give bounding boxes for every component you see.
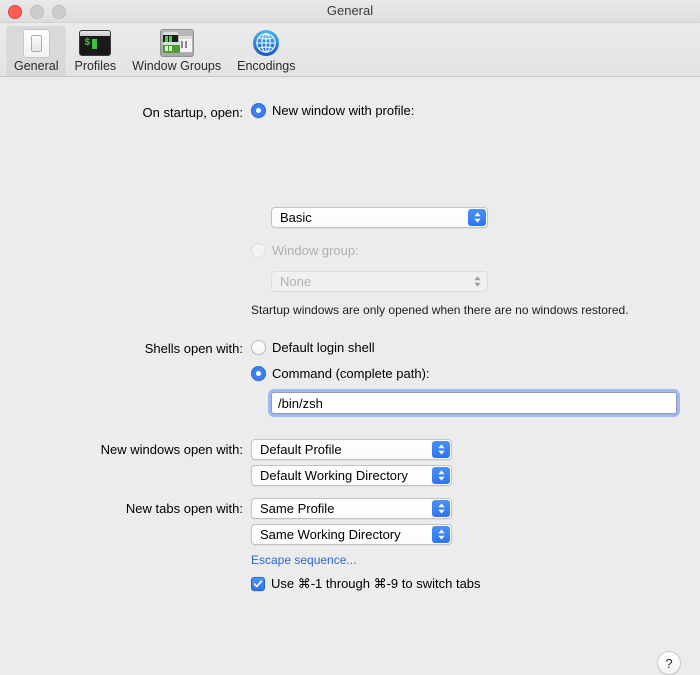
chevron-up-down-icon [468,209,486,226]
radio-command-complete-path-label: Command (complete path): [272,366,430,381]
new-tabs-profile-value: Same Profile [260,501,335,516]
preferences-toolbar: General $ Profiles Window Groups Encodin… [0,23,700,77]
on-startup-label-row: On startup, open: [0,105,243,120]
shell-command-input-value: /bin/zsh [278,395,323,411]
new-tabs-profile-popup[interactable]: Same Profile [251,498,452,519]
new-tabs-open-with-label: New tabs open with: [125,501,243,516]
window-groups-icon [159,28,194,58]
title-bar: General [0,0,700,23]
escape-sequence-link[interactable]: Escape sequence... [251,553,356,567]
chevron-up-down-icon [432,526,450,543]
startup-window-group-popup-value: None [280,274,312,289]
on-startup-label: On startup, open: [142,105,243,120]
radio-window-group[interactable] [251,243,266,258]
help-button-label: ? [665,655,673,671]
shells-open-with-label: Shells open with: [144,341,243,356]
shells-open-with-label-row: Shells open with: [0,341,243,356]
radio-default-login-shell[interactable] [251,340,266,355]
radio-new-window-with-profile-label: New window with profile: [272,103,415,118]
shells-default-login-option[interactable]: Default login shell [251,340,375,355]
toolbar-item-window-groups[interactable]: Window Groups [124,26,229,73]
new-windows-label-row: New windows open with: [0,442,243,457]
startup-new-window-option[interactable]: New window with profile: [251,103,414,118]
new-tabs-directory-value: Same Working Directory [260,527,401,542]
radio-new-window-with-profile[interactable] [251,103,266,118]
startup-hint-text: Startup windows are only opened when the… [251,303,629,317]
new-windows-profile-value: Default Profile [260,442,342,457]
terminal-icon: $ [78,28,112,58]
general-icon [19,28,53,58]
radio-command-complete-path[interactable] [251,366,266,381]
startup-window-group-popup[interactable]: None [271,271,488,292]
chevron-up-down-icon [432,441,450,458]
chevron-up-down-icon [468,273,486,290]
radio-window-group-label: Window group: [272,243,359,258]
shell-command-input[interactable]: /bin/zsh [268,389,680,417]
switch-tabs-checkbox-row[interactable]: Use ⌘-1 through ⌘-9 to switch tabs [251,576,481,592]
startup-profile-popup[interactable]: Basic [271,207,488,228]
preferences-window: General General $ Profiles Window Groups… [0,0,700,675]
new-windows-profile-popup[interactable]: Default Profile [251,439,452,460]
new-windows-directory-popup[interactable]: Default Working Directory [251,465,452,486]
switch-tabs-checkbox-label: Use ⌘-1 through ⌘-9 to switch tabs [271,576,481,591]
switch-tabs-checkbox[interactable] [251,577,265,591]
settings-pane: On startup, open: New window with profil… [0,77,700,675]
startup-profile-popup-value: Basic [280,210,312,225]
startup-window-group-option[interactable]: Window group: [251,243,359,258]
toolbar-item-profiles-label: Profiles [74,59,117,73]
shells-command-option[interactable]: Command (complete path): [251,366,430,381]
help-button[interactable]: ? [657,651,681,675]
new-tabs-directory-popup[interactable]: Same Working Directory [251,524,452,545]
toolbar-item-encodings-label: Encodings [237,59,296,73]
chevron-up-down-icon [432,500,450,517]
new-tabs-label-row: New tabs open with: [0,501,243,516]
toolbar-item-profiles[interactable]: $ Profiles [66,26,124,73]
toolbar-item-general-label: General [14,59,59,73]
chevron-up-down-icon [432,467,450,484]
toolbar-item-window-groups-label: Window Groups [132,59,222,73]
globe-icon [249,28,283,58]
radio-default-login-shell-label: Default login shell [272,340,375,355]
new-windows-open-with-label: New windows open with: [100,442,243,457]
toolbar-item-encodings[interactable]: Encodings [229,26,303,73]
new-windows-directory-value: Default Working Directory [260,468,408,483]
window-title: General [326,3,374,18]
toolbar-item-general[interactable]: General [6,26,67,77]
